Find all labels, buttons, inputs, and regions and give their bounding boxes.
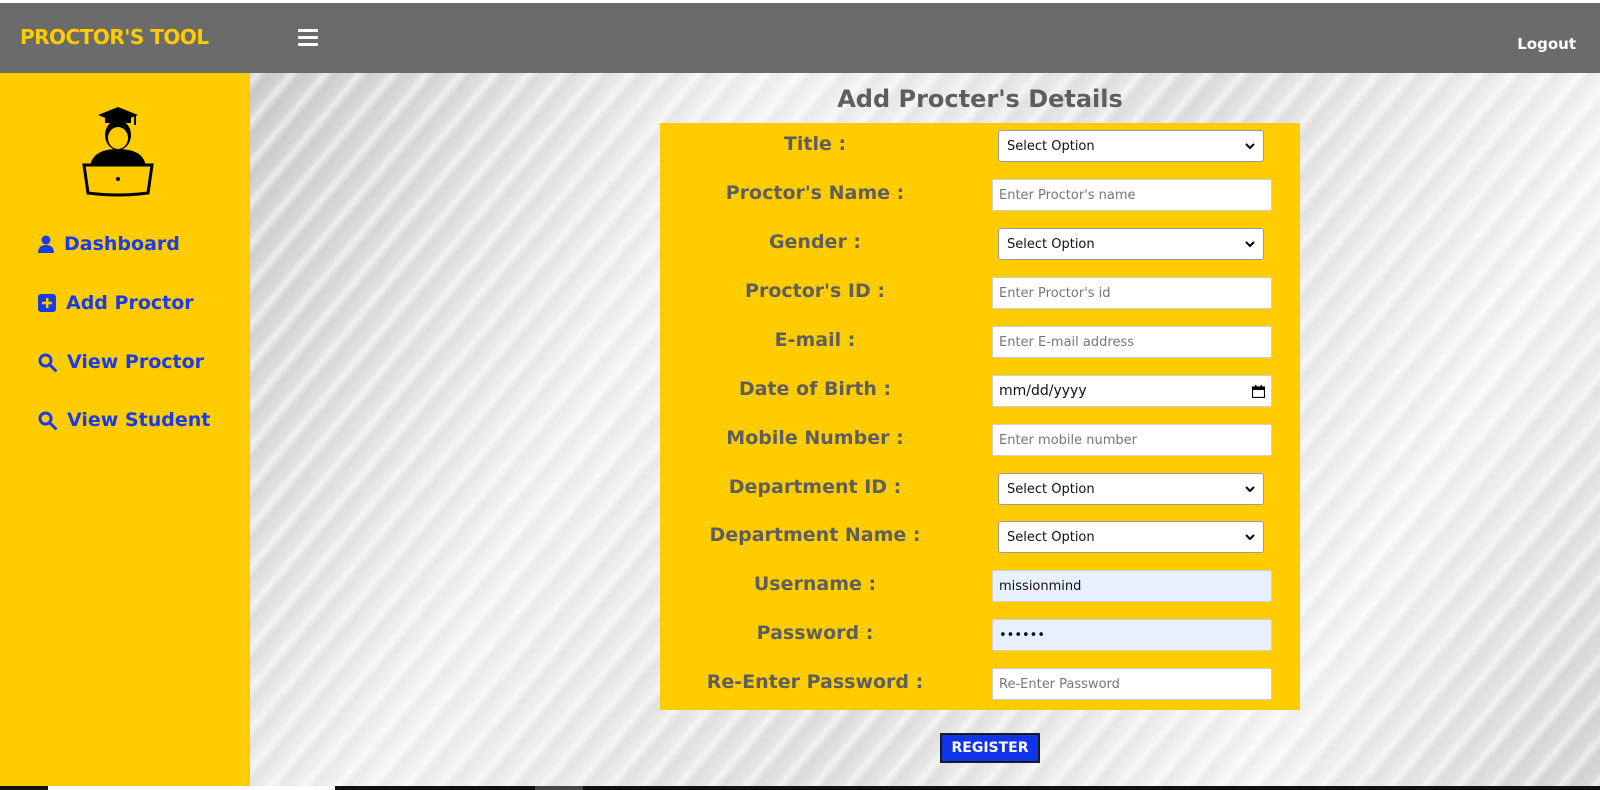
form-row-username: Username : [660,563,1300,607]
mobile-label: Mobile Number : [726,427,904,449]
sidebar: Dashboard Add Proctor View Proctor View … [0,73,250,786]
search-icon [38,411,57,430]
form-row-gender: Gender : Select Option [660,221,1300,265]
chevron-down-icon [1245,240,1255,247]
email-label: E-mail : [774,329,856,351]
repassword-label: Re-Enter Password : [706,671,924,693]
sidebar-item-dashboard[interactable]: Dashboard [38,233,180,255]
dob-label: Date of Birth : [738,378,892,400]
re-enter-password-input[interactable] [992,668,1272,700]
sidebar-item-label: Dashboard [64,233,180,255]
user-icon [38,235,54,253]
calendar-icon[interactable] [1252,384,1265,398]
dept-id-label: Department ID : [728,476,902,498]
name-label: Proctor's Name : [725,182,905,204]
graduate-laptop-avatar-icon [82,107,154,197]
form-row-dept-id: Department ID : Select Option [660,466,1300,510]
dept-name-select-value: Select Option [1007,529,1095,545]
chevron-down-icon [1245,142,1255,149]
plus-square-icon [38,294,56,312]
form-row-dob: Date of Birth : mm/dd/yyyy [660,368,1300,412]
form-row-password: Password : [660,612,1300,656]
logout-link[interactable]: Logout [1517,35,1576,53]
username-label: Username : [753,573,877,595]
dept-name-label: Department Name : [709,524,921,546]
gender-select[interactable]: Select Option [998,228,1264,260]
page-title: Add Procter's Details [837,85,1123,113]
username-input[interactable] [992,570,1272,602]
sidebar-item-label: View Student [67,409,211,431]
date-of-birth-input[interactable]: mm/dd/yyyy [992,375,1272,407]
sidebar-item-label: View Proctor [67,351,205,373]
hamburger-menu-icon[interactable] [298,29,318,47]
email-input[interactable] [992,326,1272,358]
register-button[interactable]: REGISTER [940,733,1040,763]
dept-id-select-value: Select Option [1007,481,1095,497]
bottom-edge [0,786,1600,790]
chevron-down-icon [1245,533,1255,540]
title-select[interactable]: Select Option [998,130,1264,162]
form-row-name: Proctor's Name : [660,172,1300,216]
sidebar-item-view-student[interactable]: View Student [38,409,210,431]
sidebar-item-label: Add Proctor [66,292,194,314]
form-row-title: Title : Select Option [660,123,1300,167]
id-label: Proctor's ID : [745,280,885,302]
top-header: PROCTOR'S TOOL Logout [0,3,1600,73]
form-row-email: E-mail : [660,319,1300,363]
sidebar-item-add-proctor[interactable]: Add Proctor [38,292,194,314]
form-row-repassword: Re-Enter Password : [660,661,1300,705]
brand-logo-text: PROCTOR'S TOOL [20,25,209,49]
proctor-name-input[interactable] [992,179,1272,211]
gender-select-value: Select Option [1007,236,1095,252]
form-row-dept-name: Department Name : Select Option [660,514,1300,558]
search-icon [38,353,57,372]
title-select-value: Select Option [1007,138,1095,154]
proctor-id-input[interactable] [992,277,1272,309]
password-input[interactable] [992,619,1272,651]
proctor-form: Title : Select Option Proctor's Name : G… [660,123,1300,710]
gender-label: Gender : [768,231,862,253]
department-id-select[interactable]: Select Option [998,473,1264,505]
mobile-number-input[interactable] [992,424,1272,456]
department-name-select[interactable]: Select Option [998,521,1264,553]
form-row-id: Proctor's ID : [660,270,1300,314]
sidebar-item-view-proctor[interactable]: View Proctor [38,351,204,373]
form-row-mobile: Mobile Number : [660,417,1300,461]
chevron-down-icon [1245,485,1255,492]
title-label: Title : [783,133,847,155]
password-label: Password : [756,622,874,644]
dob-value: mm/dd/yyyy [999,383,1087,399]
